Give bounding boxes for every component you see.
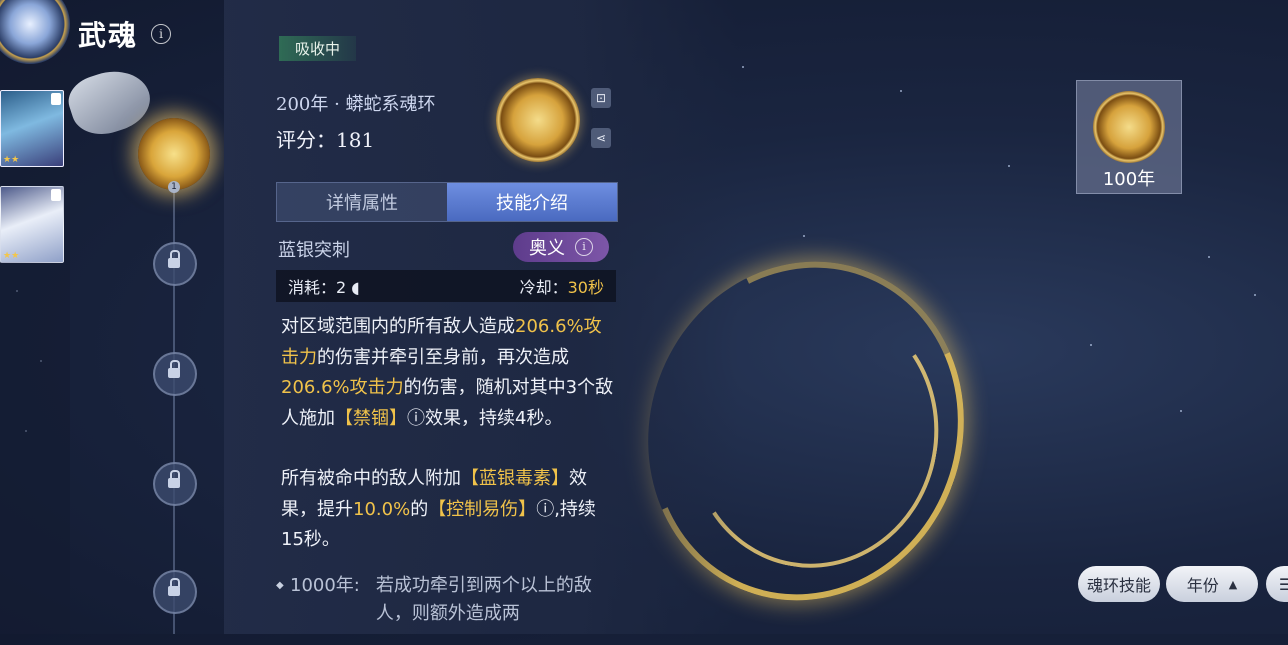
skill-description-paragraph-1: 对区域范围内的所有敌人造成206.6%攻击力的伤害并牵引至身前，再次造成206.… [281,312,616,434]
skill-type-info-icon[interactable]: i [575,238,593,256]
soul-ring-icon [496,78,580,162]
cost-cooldown-bar: 消耗：2 ◖ 冷却：30秒 [276,270,616,302]
description-text: 的伤害并牵引至身前，再次造成 [317,346,569,368]
stars-icon: ★★ [3,251,20,261]
title-info-icon[interactable]: i [151,24,171,44]
detail-tabs: 详情属性 技能介绍 [276,182,618,222]
skill-description-paragraph-2: 所有被命中的敌人附加【蓝银毒素】效果，提升10.0%的【控制易伤】ⓘ,持续15秒… [281,464,616,556]
bullet-icon: ◆ [276,580,284,591]
ring-slot-number: 1 [168,181,180,193]
rank-badge-icon [51,189,61,201]
lock-icon [168,360,180,379]
lock-icon [168,578,180,597]
description-highlight: 10.0% [353,498,411,520]
rank-badge-icon [51,93,61,105]
description-highlight: 【蓝银毒素】 [461,468,569,489]
description-text[interactable]: ⓘ [536,499,554,520]
page-title: 武魂 [78,19,139,52]
ring-card-100-year[interactable]: 100年 [1076,80,1182,194]
soul-ring-slot-locked[interactable] [153,352,197,396]
ring-skill-button[interactable]: 魂环技能 [1078,566,1160,602]
martial-soul-card-beast[interactable]: ★★ [0,186,64,263]
soul-ring-slot-active[interactable] [138,118,210,190]
soul-ring-slot-locked[interactable] [153,570,197,614]
sort-arrow-icon: ▲ [1228,577,1238,591]
cost-wrap: 消耗：2 ◖ [288,274,360,298]
skill-cost: 消耗：2 [288,278,347,297]
year-sort-button[interactable]: 年份 ▲ [1166,566,1258,602]
stars-icon: ★★ [3,155,20,165]
soul-ring-icon [1093,91,1165,163]
description-text: 对区域范围内的所有敌人造成 [281,316,515,337]
tutorial-hand-pointer-icon [62,61,158,143]
ring-card-year: 100年 [1102,169,1156,190]
lock-icon [168,250,180,269]
soul-ring-detail-panel: 吸收中 200年 · 蟒蛇系魂环 评分：181 ⊡ ⋖ 详情属性 技能介绍 蓝银… [224,0,738,634]
skill-type-badge[interactable]: 奥义 i [513,232,609,262]
description-text: 的 [410,498,429,520]
description-text: 效果，持续4秒。 [425,407,563,429]
description-text[interactable]: ⓘ [407,408,425,429]
tab-skill-intro[interactable]: 技能介绍 [447,183,617,221]
cooldown-value: 30秒 [567,278,604,297]
skill-description: 对区域范围内的所有敌人造成206.6%攻击力的伤害并牵引至身前，再次造成206.… [281,312,616,556]
upgrade-note-year: 1000年: [290,575,360,596]
description-text: 所有被命中的敌人附加 [281,468,461,489]
description-highlight: 206.6%攻击力 [281,377,404,398]
description-highlight: 【禁锢】 [335,407,407,429]
menu-icon: ☰ [1278,574,1288,594]
menu-button[interactable]: ☰ [1266,566,1288,602]
ring-score: 评分：181 [276,128,375,152]
energy-drop-icon: ◖ [346,278,360,297]
ring-name: 200年 · 蟒蛇系魂环 [276,94,436,115]
cooldown-label: 冷却： [519,278,568,297]
martial-soul-card-bluesilver[interactable]: ★★ [0,90,64,167]
cooldown-wrap: 冷却：30秒 [520,274,604,298]
lock-icon [168,470,180,489]
upgrade-note-text: 若成功牵引到两个以上的敌人，则额外造成两 [375,575,592,624]
tab-attributes[interactable]: 详情属性 [277,183,447,221]
share-button[interactable]: ⋖ [591,128,611,148]
upgrade-note: ◆ 1000年: 若成功牵引到两个以上的敌人，则额外造成两 [276,572,616,628]
year-sort-label: 年份 [1186,576,1219,595]
soul-ring-slot-locked[interactable] [153,462,197,506]
skill-type-label: 奥义 [529,238,565,259]
description-highlight: 【控制易伤】 [428,498,537,520]
skill-name: 蓝银突刺 [278,240,350,261]
status-badge: 吸收中 [279,36,357,61]
soul-ring-slot-locked[interactable] [153,242,197,286]
lock-toggle-button[interactable]: ⊡ [591,88,611,108]
